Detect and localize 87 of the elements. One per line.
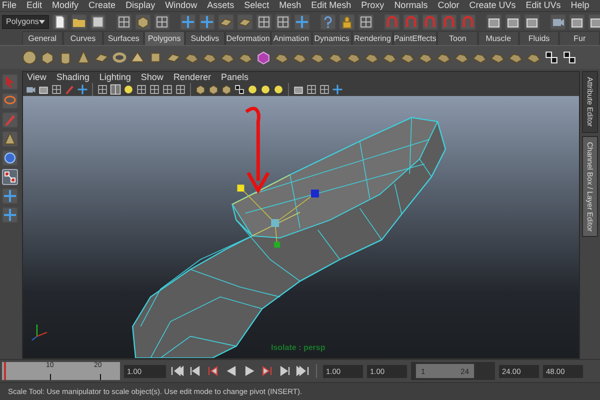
move-icon[interactable] bbox=[180, 14, 195, 29]
shelf-tab[interactable]: Subdivs bbox=[184, 31, 226, 46]
menu-item[interactable]: Color bbox=[438, 0, 460, 11]
camera-icon[interactable] bbox=[25, 84, 36, 95]
lock-icon[interactable] bbox=[340, 14, 354, 29]
move-icon[interactable] bbox=[77, 84, 88, 95]
step-back-key-icon[interactable] bbox=[206, 364, 220, 378]
current-frame-marker[interactable] bbox=[4, 362, 6, 380]
shelf-tab[interactable]: Polygons bbox=[144, 31, 185, 46]
shelf-tab[interactable]: General bbox=[22, 31, 63, 46]
shelf-tab[interactable]: Curves bbox=[62, 31, 104, 46]
pipe-icon[interactable] bbox=[148, 50, 163, 66]
new-file-icon[interactable] bbox=[52, 14, 67, 29]
grid-icon[interactable] bbox=[97, 84, 108, 95]
menu-item[interactable]: Proxy bbox=[361, 0, 384, 11]
caret-icon bbox=[38, 20, 45, 24]
menu-item[interactable]: Create UVs bbox=[469, 0, 516, 11]
panel-menu-item[interactable]: View bbox=[27, 72, 46, 83]
move-icon[interactable] bbox=[294, 14, 309, 29]
step-forward-icon[interactable] bbox=[278, 364, 292, 378]
panel-menu-item[interactable]: Panels bbox=[220, 72, 248, 83]
grid-icon[interactable] bbox=[51, 84, 62, 95]
sphere-icon[interactable] bbox=[22, 50, 37, 66]
go-to-end-icon[interactable] bbox=[296, 364, 310, 378]
panel-menu-item[interactable]: Renderer bbox=[173, 72, 211, 83]
shelf-tab[interactable]: Fluids bbox=[518, 31, 560, 46]
grid-icon[interactable] bbox=[116, 14, 131, 29]
grid-icon[interactable] bbox=[256, 14, 271, 29]
menu-item[interactable]: Display bbox=[126, 0, 156, 11]
menu-item[interactable]: Modify bbox=[52, 0, 79, 11]
checker-icon[interactable] bbox=[234, 84, 245, 95]
panel-menu-item[interactable]: Show bbox=[140, 72, 164, 83]
isolate-label: Isolate : persp bbox=[271, 343, 326, 352]
menu-item[interactable]: Edit bbox=[26, 0, 42, 11]
go-to-start-icon[interactable] bbox=[170, 364, 184, 378]
menu-item[interactable]: Normals bbox=[394, 0, 428, 11]
sphere-icon[interactable] bbox=[273, 84, 284, 95]
menu-item[interactable]: Create bbox=[88, 0, 116, 11]
save-icon[interactable] bbox=[90, 14, 105, 29]
step-back-icon[interactable] bbox=[188, 364, 202, 378]
cone-icon[interactable] bbox=[76, 50, 91, 66]
cylinder-icon[interactable] bbox=[58, 50, 73, 66]
grid-icon[interactable] bbox=[136, 84, 147, 95]
cube-icon[interactable] bbox=[136, 14, 150, 29]
grid-icon[interactable] bbox=[358, 14, 373, 29]
menu-item[interactable]: Help bbox=[570, 0, 590, 11]
menu-item[interactable]: Window bbox=[165, 0, 198, 11]
layout-icon[interactable] bbox=[110, 84, 121, 95]
grid-icon[interactable] bbox=[162, 84, 173, 95]
grid-icon[interactable] bbox=[154, 14, 169, 29]
menu-item[interactable]: Select bbox=[244, 0, 270, 11]
shelf-tab[interactable]: Animation bbox=[270, 31, 312, 46]
grid-icon[interactable] bbox=[319, 84, 330, 95]
panel-menu-item[interactable]: Lighting bbox=[99, 72, 131, 83]
pyramid-icon[interactable] bbox=[130, 50, 145, 66]
grid-icon[interactable] bbox=[149, 84, 160, 95]
cube-icon[interactable] bbox=[256, 50, 271, 66]
panel-menu-item[interactable]: Shading bbox=[56, 72, 90, 83]
sphere-icon[interactable] bbox=[247, 84, 258, 95]
play-backwards-icon[interactable] bbox=[224, 364, 238, 378]
shelf-tab[interactable]: Muscle bbox=[478, 31, 519, 46]
menu-item[interactable]: Edit UVs bbox=[526, 0, 561, 11]
shelf-tab[interactable]: Rendering bbox=[352, 31, 393, 46]
shelf-tab[interactable]: Surfaces bbox=[103, 31, 144, 46]
cube-icon[interactable] bbox=[40, 50, 55, 66]
checker-icon[interactable] bbox=[544, 50, 559, 66]
sphere-icon[interactable] bbox=[260, 84, 271, 95]
menu-item[interactable]: Mesh bbox=[279, 0, 302, 11]
shelf-tab[interactable]: Deformation bbox=[225, 31, 271, 46]
step-forward-key-icon[interactable] bbox=[260, 364, 274, 378]
menu-item[interactable]: File bbox=[2, 0, 17, 11]
axis-icon bbox=[31, 324, 48, 341]
grid-icon[interactable] bbox=[175, 84, 186, 95]
menu-set-dropdown[interactable]: Polygons bbox=[2, 14, 49, 29]
shelf-tab[interactable]: PaintEffects bbox=[392, 31, 438, 46]
torus-icon[interactable] bbox=[112, 50, 127, 66]
sphere-icon[interactable] bbox=[123, 84, 134, 95]
move-icon[interactable] bbox=[332, 84, 343, 95]
move-icon[interactable] bbox=[200, 14, 214, 29]
shelf-tab[interactable]: Fur bbox=[559, 31, 600, 46]
shelf-tab[interactable]: Dynamics bbox=[312, 31, 352, 46]
shelf-tab[interactable]: Toon bbox=[437, 31, 478, 46]
grid-icon[interactable] bbox=[276, 14, 290, 29]
checker-icon[interactable] bbox=[562, 50, 577, 66]
menu-item[interactable]: Edit Mesh bbox=[311, 0, 352, 11]
menu-item[interactable]: Assets bbox=[207, 0, 234, 11]
grid-icon[interactable] bbox=[306, 84, 317, 95]
